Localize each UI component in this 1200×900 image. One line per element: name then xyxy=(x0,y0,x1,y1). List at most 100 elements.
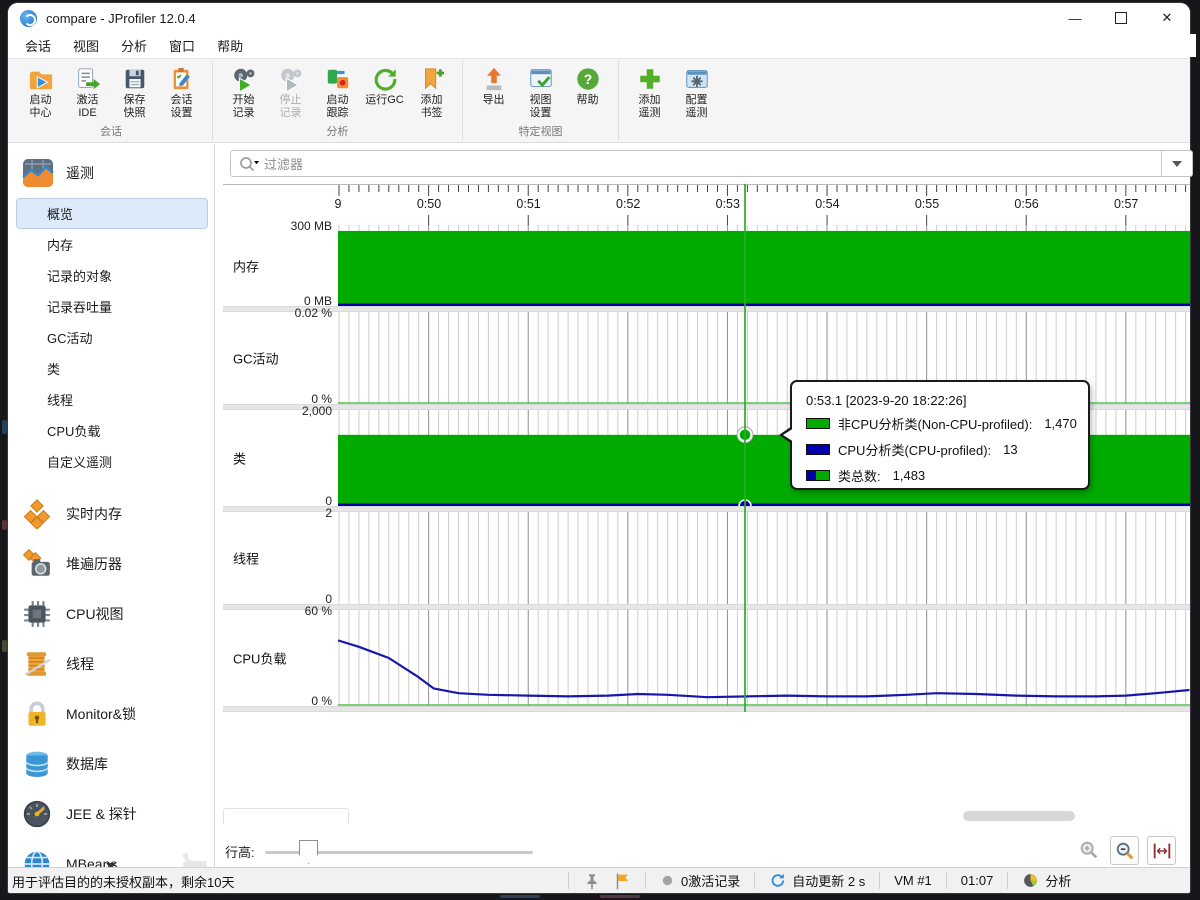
maximize-button[interactable] xyxy=(1098,3,1144,33)
sidebar-item-threads[interactable]: 线程 xyxy=(8,639,214,689)
plot-CPU负载[interactable] xyxy=(338,610,1190,706)
start-recording-button[interactable]: 开始 记录 xyxy=(221,63,266,121)
sidebar-item-概览[interactable]: 概览 xyxy=(16,198,208,229)
export-button[interactable]: 导出 xyxy=(471,63,516,121)
time-axis-label: 9 xyxy=(334,197,342,211)
zoom-controls xyxy=(1075,836,1176,865)
zoom-out-button[interactable] xyxy=(1110,836,1139,865)
filter-dropdown-button[interactable] xyxy=(1161,151,1192,176)
activate-ide-button[interactable]: 激活 IDE xyxy=(65,63,110,121)
toolbar-group-分析: 开始 记录 停止 记录 启动 跟踪 运行GC 添加 书签分析 xyxy=(215,59,460,142)
chart-row-label: 内存 xyxy=(233,259,260,274)
fit-width-button[interactable] xyxy=(1147,836,1176,865)
status-bar: 用于评估目的的未授权副本，剩余10天 0激活记录 自动更新 2 s VM #1 … xyxy=(8,867,1190,893)
row-height-slider-thumb[interactable] xyxy=(299,840,318,864)
chart-row-label: GC活动 xyxy=(233,351,279,367)
close-button[interactable]: ✕ xyxy=(1144,3,1190,33)
legend-label: CPU分析类(CPU-profiled): xyxy=(838,443,992,458)
plot-线程[interactable] xyxy=(338,512,1190,604)
sidebar-item-databases[interactable]: 数据库 xyxy=(8,739,214,789)
minimize-button[interactable]: — xyxy=(1052,3,1098,33)
configure-telemetry-button[interactable]: 配置 遥测 xyxy=(674,63,719,137)
menu-item-分析[interactable]: 分析 xyxy=(110,33,158,58)
y-max-label: 0.02 % xyxy=(294,306,332,320)
sidebar-item-内存[interactable]: 内存 xyxy=(16,229,208,260)
time-axis: 9 0:50 0:51 0:52 0:53 0:54 0:55 0:56 0:57 xyxy=(223,184,1190,226)
session-settings-button[interactable]: 会话 设置 xyxy=(159,63,204,121)
menu-item-窗口[interactable]: 窗口 xyxy=(158,33,206,58)
add-telemetry-label: 添加 遥测 xyxy=(638,94,661,119)
start-tracking-button[interactable]: 启动 跟踪 xyxy=(315,63,360,121)
sidebar-item-记录吞吐量[interactable]: 记录吞吐量 xyxy=(16,291,208,322)
zoom-in-button[interactable] xyxy=(1075,836,1102,863)
time-axis-label: 0:52 xyxy=(616,197,641,211)
activate-ide-icon xyxy=(74,65,102,93)
toolbar-group-会话: 启动 中心 激活 IDE 保存 快照 会话 设置 会话 xyxy=(12,59,210,142)
save-snapshot-button[interactable]: 保存 快照 xyxy=(112,63,157,121)
menu-item-会话[interactable]: 会话 xyxy=(14,33,62,58)
monitor-locks-icon xyxy=(22,699,52,729)
toolbar-group-label xyxy=(627,137,719,142)
live-memory-label: 实时内存 xyxy=(66,506,122,522)
time-axis-label: 0:51 xyxy=(516,197,541,211)
cpu-views-icon xyxy=(22,599,52,629)
sidebar-item-cpu-views[interactable]: CPU视图 xyxy=(8,589,214,639)
record-circle-icon xyxy=(662,875,673,886)
sidebar-item-heap-walker[interactable]: 堆遍历器 xyxy=(8,539,214,589)
sidebar-item-GC活动[interactable]: GC活动 xyxy=(16,322,208,353)
run-gc-button[interactable]: 运行GC xyxy=(362,63,407,121)
uptime-indicator: 01:07 xyxy=(960,873,994,888)
launch-center-button[interactable]: 启动 中心 xyxy=(18,63,63,121)
svg-text:?: ? xyxy=(583,71,592,87)
zoom-out-icon xyxy=(1116,842,1133,859)
recordings-status[interactable]: 0激活记录 xyxy=(654,871,746,890)
sidebar-item-live-memory[interactable]: 实时内存 xyxy=(8,489,214,539)
bookmark-flag-icon[interactable] xyxy=(607,872,637,890)
license-status-text: 用于评估目的的未授权副本，剩余10天 xyxy=(12,875,235,890)
filter-bar[interactable]: 过滤器 xyxy=(230,150,1193,177)
time-axis-label: 0:55 xyxy=(914,197,940,211)
run-gc-icon xyxy=(371,65,399,93)
filter-placeholder: 过滤器 xyxy=(264,157,304,172)
time-axis-label: 0:50 xyxy=(416,197,442,211)
plot-内存[interactable] xyxy=(338,225,1190,306)
sidebar-item-类[interactable]: 类 xyxy=(16,353,208,384)
view-settings-button[interactable]: 视图 设置 xyxy=(518,63,563,121)
attach-pin-icon[interactable] xyxy=(577,872,607,890)
stop-recording-button[interactable]: 停止 记录 xyxy=(268,63,313,121)
start-tracking-icon xyxy=(324,65,352,93)
telemetry-chart-area[interactable]: 9 0:50 0:51 0:52 0:53 0:54 0:55 0:56 0:57 内存 300 M… xyxy=(223,184,1190,864)
legend-label: 类总数: xyxy=(838,469,881,484)
heap-walker-icon xyxy=(22,548,52,579)
main-panel: 过滤器 9 0:50 0:51 0:52 0:53 0:54 0:55 0:56 0:57 内存 3… xyxy=(215,144,1193,871)
chart-crosshair xyxy=(744,184,746,712)
help-icon: ? xyxy=(574,65,602,93)
session-settings-label: 会话 设置 xyxy=(170,94,193,119)
help-button[interactable]: ? 帮助 xyxy=(565,63,610,121)
hscrollbar-thumb[interactable] xyxy=(963,811,1075,821)
time-axis-label: 0:57 xyxy=(1114,197,1139,211)
y-max-label: 300 MB xyxy=(290,219,332,233)
chart-row-label: CPU负载 xyxy=(233,651,287,667)
sidebar-item-monitor-locks[interactable]: Monitor&锁 xyxy=(8,689,214,739)
live-memory-icon xyxy=(22,499,52,530)
row-height-label: 行高: xyxy=(225,845,255,860)
add-bookmark-button[interactable]: 添加 书签 xyxy=(409,63,454,121)
save-snapshot-icon xyxy=(121,65,149,93)
time-axis-label: 0:53 xyxy=(715,197,740,211)
auto-update-status[interactable]: 自动更新 2 s xyxy=(763,871,871,890)
sidebar-item-记录的对象[interactable]: 记录的对象 xyxy=(16,260,208,291)
configure-telemetry-icon xyxy=(683,65,711,93)
add-telemetry-button[interactable]: 添加 遥测 xyxy=(627,63,672,137)
sidebar-item-线程[interactable]: 线程 xyxy=(16,384,208,415)
sidebar-item-CPU负载[interactable]: CPU负载 xyxy=(16,415,208,446)
menu-item-视图[interactable]: 视图 xyxy=(62,33,110,58)
start-tracking-label: 启动 跟踪 xyxy=(326,94,349,119)
toolbar-group-label: 分析 xyxy=(326,126,349,138)
menu-item-帮助[interactable]: 帮助 xyxy=(206,33,254,58)
sidebar-item-jee-probes[interactable]: JEE & 探针 xyxy=(8,789,214,839)
vm-selector[interactable]: VM #1 xyxy=(888,873,938,888)
sidebar-item-自定义遥测[interactable]: 自定义遥测 xyxy=(16,446,208,477)
row-divider xyxy=(223,706,1190,712)
profiling-mode-status[interactable]: 分析 xyxy=(1016,871,1077,890)
